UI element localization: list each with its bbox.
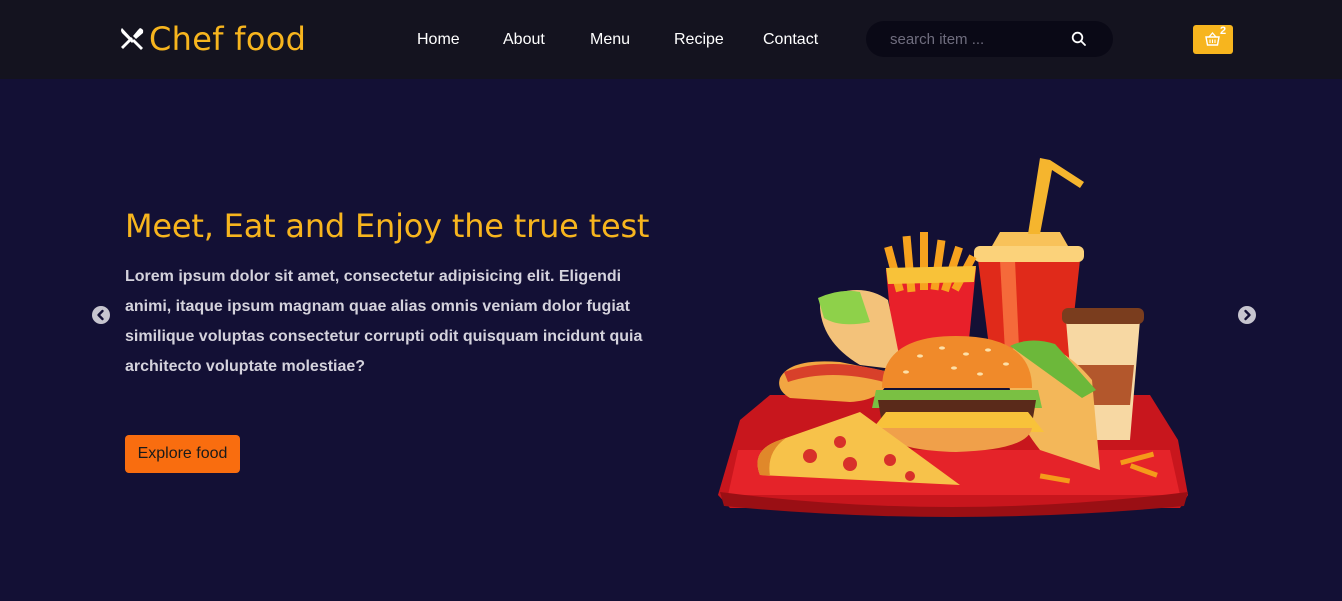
hero-description: Lorem ipsum dolor sit amet, consectetur … (125, 268, 643, 375)
carousel-next-button[interactable] (1238, 306, 1256, 324)
navbar: Chef food Home About Menu Recipe Contact… (0, 0, 1342, 79)
cart-count-badge: 2 (1220, 25, 1227, 37)
nav-home[interactable]: Home (417, 30, 460, 50)
search-icon[interactable] (1071, 31, 1087, 47)
search-bar (866, 21, 1113, 57)
chevron-left-icon (97, 309, 104, 321)
hero-title: Meet, Eat and Enjoy the true test (125, 207, 650, 245)
nav-menu[interactable]: Menu (590, 30, 630, 50)
brand-logo[interactable]: Chef food (119, 20, 306, 58)
search-input[interactable] (890, 29, 1070, 49)
carousel-prev-button[interactable] (92, 306, 110, 324)
nav-contact[interactable]: Contact (763, 30, 818, 50)
nav-recipe[interactable]: Recipe (674, 30, 724, 50)
basket-icon (1205, 32, 1220, 46)
fork-knife-icon (121, 28, 144, 50)
brand-name: Chef food (149, 20, 307, 58)
chevron-right-icon (1244, 309, 1251, 321)
explore-food-button[interactable]: Explore food (125, 435, 240, 473)
fast-food-tray-illustration (718, 158, 1188, 517)
nav-about[interactable]: About (503, 30, 545, 50)
cart-button[interactable]: 2 (1193, 25, 1233, 54)
